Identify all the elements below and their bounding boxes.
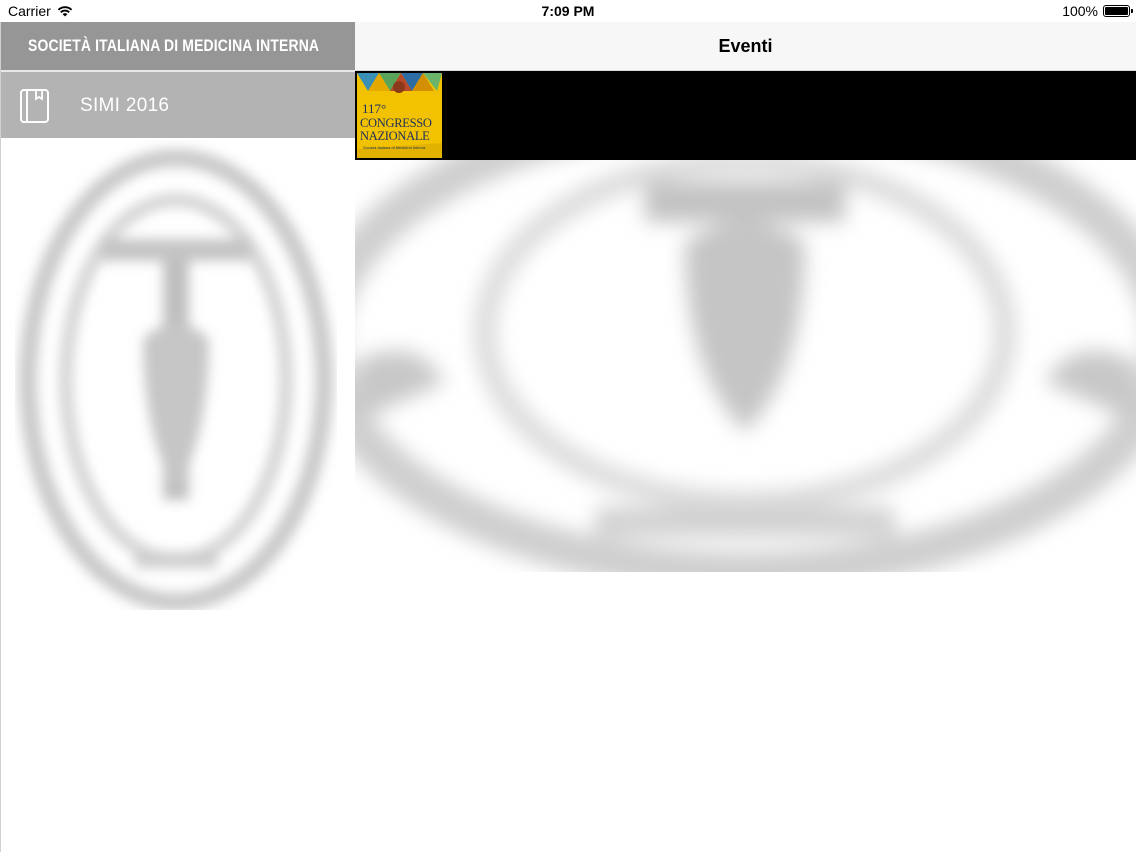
poster-title-line2: NAZIONALE xyxy=(360,129,430,143)
navigation-bar: Eventi xyxy=(355,22,1136,71)
poster-edition: 117° xyxy=(362,101,387,116)
battery-percentage: 100% xyxy=(1062,3,1098,19)
battery-icon xyxy=(1103,5,1133,17)
society-title: SOCIETÀ ITALIANA DI MEDICINA INTERNA xyxy=(28,36,320,55)
simi-logo-watermark-icon xyxy=(19,149,333,610)
page-title: Eventi xyxy=(718,35,773,56)
event-poster-thumbnail[interactable]: 117° CONGRESSO NAZIONALE Società Italian… xyxy=(357,73,442,158)
sidebar-header: SOCIETÀ ITALIANA DI MEDICINA INTERNA xyxy=(1,22,355,70)
sidebar-item-label: SIMI 2016 xyxy=(80,95,170,116)
book-icon xyxy=(20,89,49,123)
app-screen: Carrier 7:09 PM 100% SOCIETÀ ITALIANA DI… xyxy=(0,0,1136,852)
sidebar: SOCIETÀ ITALIANA DI MEDICINA INTERNA SIM… xyxy=(0,22,355,852)
poster-subtitle: Società Italiana di Medicina Interna xyxy=(363,145,426,150)
event-row[interactable]: 117° CONGRESSO NAZIONALE Società Italian… xyxy=(355,71,1136,160)
status-time: 7:09 PM xyxy=(541,3,595,19)
sidebar-item-simi-2016[interactable]: SIMI 2016 xyxy=(1,72,355,138)
poster-title: CONGRESSO NAZIONALE xyxy=(360,117,432,143)
simi-logo-watermark-icon xyxy=(355,142,1136,572)
status-right: 100% xyxy=(1062,3,1133,19)
main-panel: Eventi 117° CONGRESSO NAZIONALE Società … xyxy=(355,22,1136,852)
status-bar: Carrier 7:09 PM 100% xyxy=(0,0,1136,22)
